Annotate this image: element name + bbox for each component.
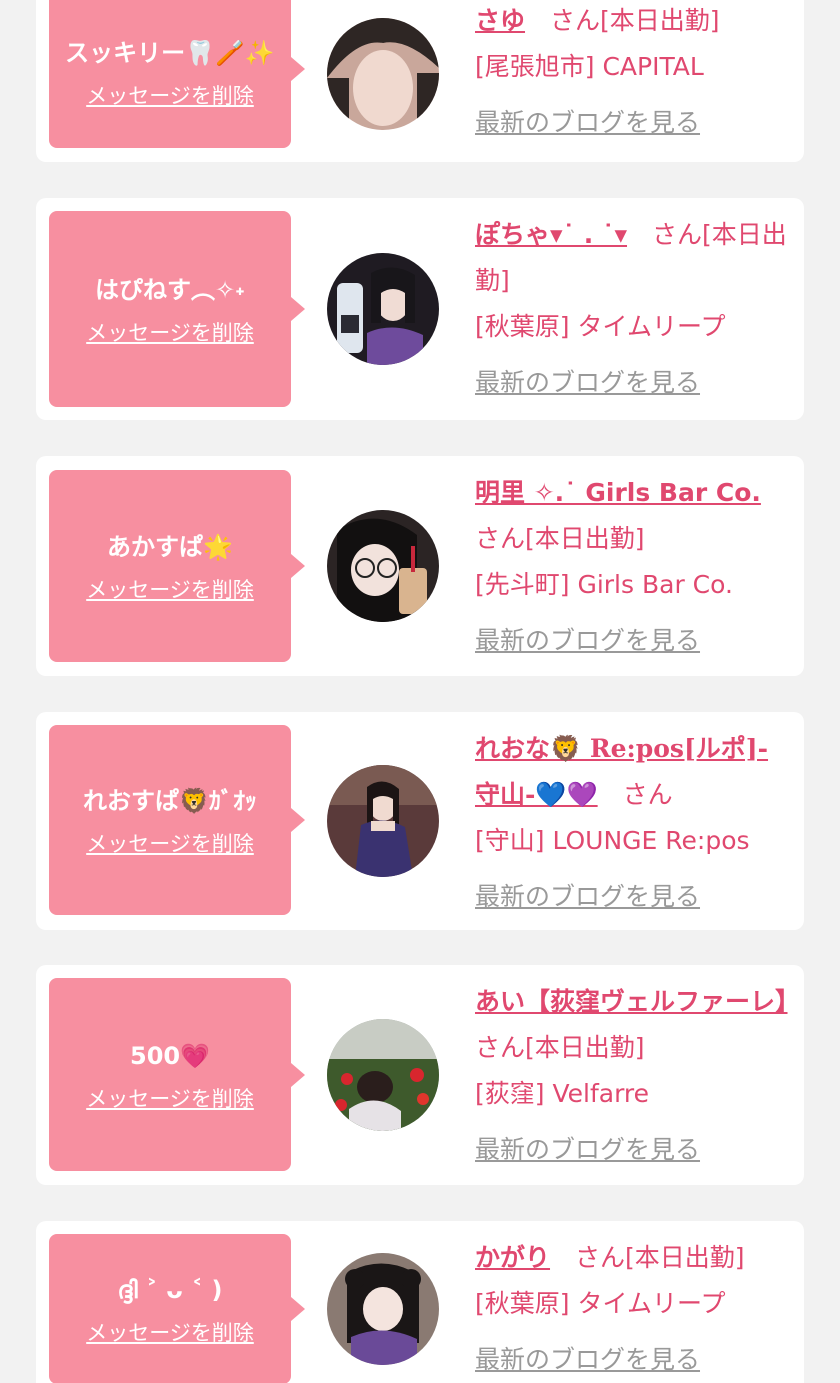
status-text: さん[本日出勤] <box>550 6 720 35</box>
latest-blog-link[interactable]: 最新のブログを見る <box>475 618 700 664</box>
message-card: スッキリー🦷🪥✨ メッセージを削除 さゆ さん[本日出勤] [尾張旭市] CAP… <box>36 0 804 162</box>
shop-location: [荻窪] Velfarre <box>475 1079 650 1108</box>
delete-message-link[interactable]: メッセージを削除 <box>86 574 254 604</box>
message-text: ദ്ദി ˃ ᴗ ˂ ) <box>117 1276 223 1304</box>
message-bubble: スッキリー🦷🪥✨ メッセージを削除 <box>49 0 305 148</box>
profile-name-link[interactable]: かがり <box>475 1243 550 1272</box>
message-card: あかすぱ🌟 メッセージを削除 明里 ✧.˙ Girls Bar Co. さん[本… <box>36 456 804 676</box>
profile-name-link[interactable]: 明里 ✧.˙ Girls Bar Co. <box>475 478 761 507</box>
message-text: 500💗 <box>130 1041 210 1070</box>
avatar[interactable] <box>327 510 439 622</box>
profile-info: 明里 ✧.˙ Girls Bar Co. さん[本日出勤] [先斗町] Girl… <box>475 470 790 664</box>
message-bubble: 500💗 メッセージを削除 <box>49 978 305 1171</box>
profile-name-link[interactable]: ぽちゃ▾˙ . ˙▾ <box>475 220 627 249</box>
shop-location: [尾張旭市] CAPITAL <box>475 52 704 81</box>
shop-location: [守山] LOUNGE Re:pos <box>475 826 750 855</box>
latest-blog-link[interactable]: 最新のブログを見る <box>475 1127 700 1173</box>
profile-info: れおな🦁 Re:pos[ルポ]-守山-💙💜 さん [守山] LOUNGE Re:… <box>475 726 790 920</box>
shop-location: [先斗町] Girls Bar Co. <box>475 570 733 599</box>
status-text: さん[本日出勤] <box>575 1243 745 1272</box>
message-bubble: ദ്ദി ˃ ᴗ ˂ ) メッセージを削除 <box>49 1234 305 1383</box>
delete-message-link[interactable]: メッセージを削除 <box>86 80 254 110</box>
delete-message-link[interactable]: メッセージを削除 <box>86 1317 254 1347</box>
avatar[interactable] <box>327 765 439 877</box>
message-bubble: れおすぱ🦁ｶﾞｵｯ メッセージを削除 <box>49 725 305 915</box>
profile-info: あい【荻窪ヴェルファーレ】 さん[本日出勤] [荻窪] Velfarre 最新の… <box>475 979 790 1173</box>
profile-info: さゆ さん[本日出勤] [尾張旭市] CAPITAL 最新のブログを見る <box>475 0 790 146</box>
shop-location: [秋葉原] タイムリープ <box>475 312 726 341</box>
delete-message-link[interactable]: メッセージを削除 <box>86 317 254 347</box>
latest-blog-link[interactable]: 最新のブログを見る <box>475 874 700 920</box>
profile-name-link[interactable]: あい【荻窪ヴェルファーレ】 <box>475 987 788 1016</box>
profile-info: ぽちゃ▾˙ . ˙▾ さん[本日出勤] [秋葉原] タイムリープ 最新のブログを… <box>475 212 790 406</box>
message-card: ദ്ദി ˃ ᴗ ˂ ) メッセージを削除 かがり さん[本日出勤] [秋葉原]… <box>36 1221 804 1383</box>
latest-blog-link[interactable]: 最新のブログを見る <box>475 360 700 406</box>
profile-info: かがり さん[本日出勤] [秋葉原] タイムリープ 最新のブログを見る <box>475 1235 790 1383</box>
latest-blog-link[interactable]: 最新のブログを見る <box>475 1337 700 1383</box>
delete-message-link[interactable]: メッセージを削除 <box>86 828 254 858</box>
status-text: さん[本日出勤] <box>475 524 645 553</box>
message-card: れおすぱ🦁ｶﾞｵｯ メッセージを削除 れおな🦁 Re:pos[ルポ]-守山-💙💜… <box>36 712 804 930</box>
latest-blog-link[interactable]: 最新のブログを見る <box>475 100 700 146</box>
avatar[interactable] <box>327 253 439 365</box>
avatar[interactable] <box>327 1019 439 1131</box>
message-bubble: あかすぱ🌟 メッセージを削除 <box>49 470 305 662</box>
message-bubble: はぴねす︵✧˖ メッセージを削除 <box>49 211 305 407</box>
message-card: はぴねす︵✧˖ メッセージを削除 ぽちゃ▾˙ . ˙▾ さん[本日出勤] [秋葉… <box>36 198 804 420</box>
status-text: さん <box>622 780 673 809</box>
avatar[interactable] <box>327 1253 439 1365</box>
message-text: スッキリー🦷🪥✨ <box>65 39 275 67</box>
profile-name-link[interactable]: れおな🦁 Re:pos[ルポ]-守山-💙💜 <box>475 734 768 809</box>
avatar[interactable] <box>327 18 439 130</box>
profile-name-link[interactable]: さゆ <box>475 6 525 35</box>
delete-message-link[interactable]: メッセージを削除 <box>86 1083 254 1113</box>
message-text: はぴねす︵✧˖ <box>94 276 246 304</box>
message-card: 500💗 メッセージを削除 あい【荻窪ヴェルファーレ】 さん[本日出勤] [荻窪… <box>36 965 804 1185</box>
status-text: さん[本日出勤] <box>475 1033 645 1062</box>
message-text: あかすぱ🌟 <box>107 533 233 561</box>
shop-location: [秋葉原] タイムリープ <box>475 1289 726 1318</box>
message-text: れおすぱ🦁ｶﾞｵｯ <box>83 787 257 815</box>
